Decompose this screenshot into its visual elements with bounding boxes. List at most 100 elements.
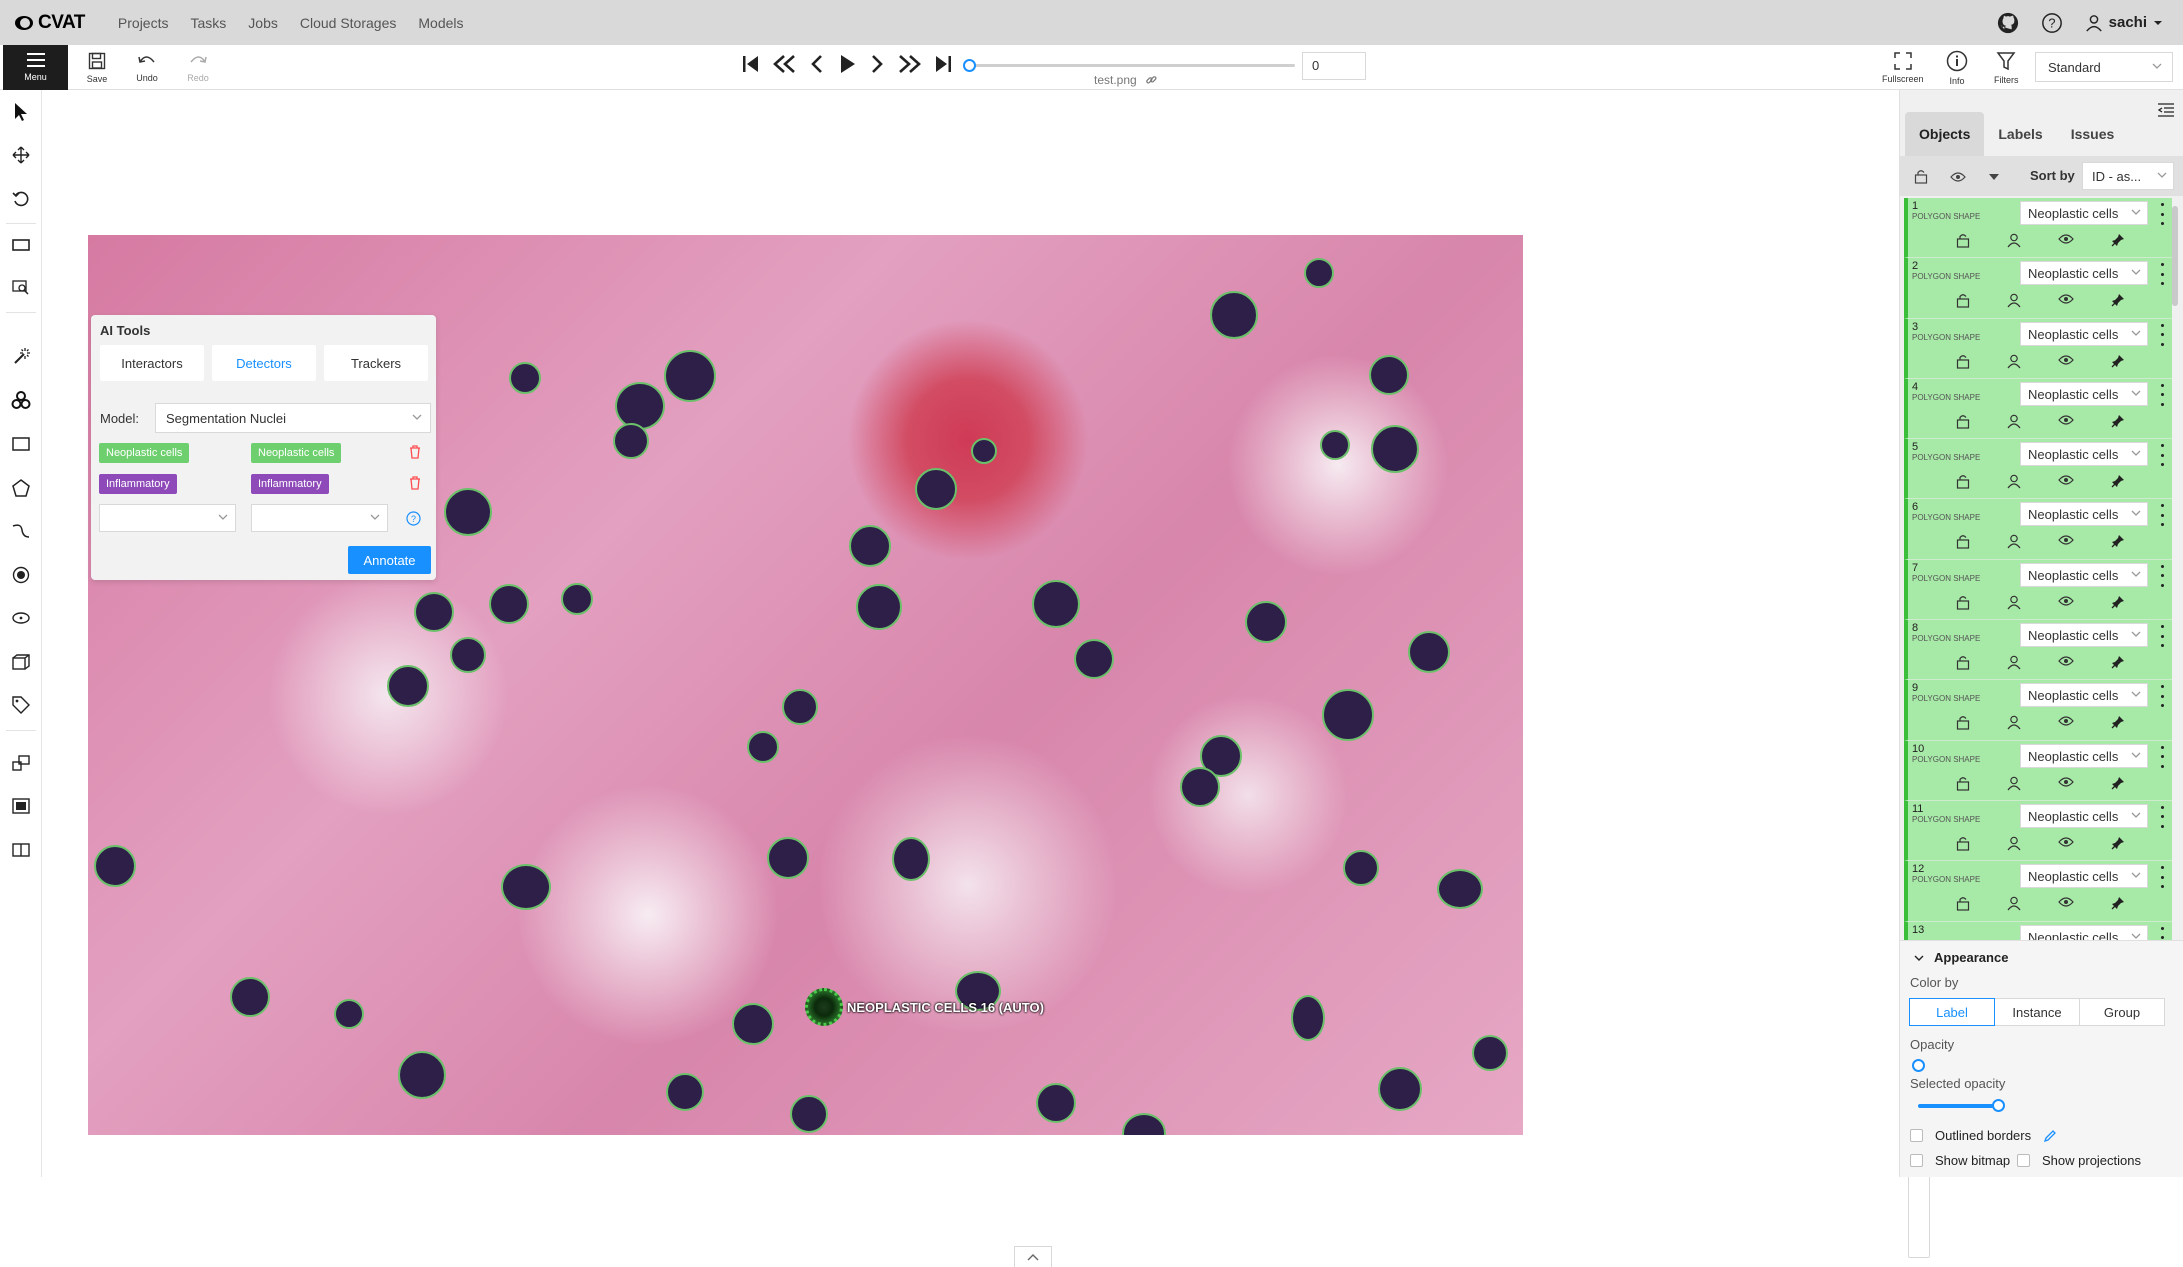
object-label-select[interactable]: Neoplastic cells xyxy=(2020,381,2148,406)
pin-icon[interactable] xyxy=(2111,595,2125,609)
nucleus-shape[interactable] xyxy=(1210,291,1258,339)
object-item[interactable]: 12 POLYGON SHAPE Neoplastic cells xyxy=(1904,861,2172,922)
object-more-icon[interactable] xyxy=(2156,564,2168,587)
nucleus-shape[interactable] xyxy=(747,731,779,763)
tab-labels[interactable]: Labels xyxy=(1984,112,2056,156)
model-label-select[interactable] xyxy=(99,504,236,532)
unlock-icon[interactable] xyxy=(1956,836,1970,851)
object-more-icon[interactable] xyxy=(2156,203,2168,225)
play-icon[interactable] xyxy=(836,53,858,75)
nucleus-shape[interactable] xyxy=(561,583,593,615)
nav-tasks[interactable]: Tasks xyxy=(179,15,237,31)
nucleus-shape[interactable] xyxy=(782,689,818,725)
occluded-user-icon[interactable] xyxy=(2007,414,2021,429)
cursor-tool[interactable] xyxy=(8,99,34,125)
show-projections-checkbox[interactable] xyxy=(2017,1154,2030,1167)
eye-icon[interactable] xyxy=(2058,474,2074,486)
occluded-user-icon[interactable] xyxy=(2007,354,2021,369)
nav-jobs[interactable]: Jobs xyxy=(237,15,289,31)
object-item[interactable]: 13 Neoplastic cells xyxy=(1904,921,2172,940)
object-label-select[interactable]: Neoplastic cells xyxy=(2020,321,2148,346)
draw-rectangle-tool[interactable] xyxy=(8,431,34,457)
user-menu[interactable]: sachi xyxy=(2085,14,2163,32)
nucleus-shape[interactable] xyxy=(230,977,270,1017)
eye-icon[interactable] xyxy=(2058,595,2074,607)
nucleus-shape[interactable] xyxy=(892,837,930,881)
nucleus-shape[interactable] xyxy=(1369,355,1409,395)
frame-number-input[interactable]: 0 xyxy=(1302,52,1366,80)
lock-all-icon[interactable] xyxy=(1914,169,1928,184)
unlock-icon[interactable] xyxy=(1956,414,1970,429)
pin-icon[interactable] xyxy=(2111,474,2125,488)
selected-opacity-handle[interactable] xyxy=(1992,1099,2005,1112)
fast-backward-icon[interactable] xyxy=(772,53,798,75)
eye-icon[interactable] xyxy=(2058,776,2074,788)
merge-shapes-tool[interactable] xyxy=(8,750,34,776)
nucleus-shape[interactable] xyxy=(1343,850,1379,886)
object-more-icon[interactable] xyxy=(2156,383,2168,406)
fit-image-tool[interactable] xyxy=(8,232,34,258)
nucleus-shape[interactable] xyxy=(1472,1035,1508,1071)
nucleus-shape[interactable] xyxy=(501,864,551,910)
nucleus-shape[interactable] xyxy=(971,438,997,464)
nucleus-shape[interactable] xyxy=(666,1073,704,1111)
redo-button[interactable]: Redo xyxy=(173,45,223,90)
unlock-icon[interactable] xyxy=(1956,715,1970,730)
object-more-icon[interactable] xyxy=(2156,625,2168,648)
object-label-select[interactable]: Neoplastic cells xyxy=(2020,683,2148,708)
next-frame-icon[interactable] xyxy=(868,53,886,75)
eye-icon[interactable] xyxy=(2058,715,2074,727)
rotate-tool[interactable] xyxy=(8,186,34,212)
tab-detectors[interactable]: Detectors xyxy=(212,345,316,381)
nucleus-shape[interactable] xyxy=(1291,995,1325,1041)
nucleus-shape[interactable] xyxy=(489,584,529,624)
object-item[interactable]: 11 POLYGON SHAPE Neoplastic cells xyxy=(1904,800,2172,862)
object-label-select[interactable]: Neoplastic cells xyxy=(2020,864,2148,889)
object-more-icon[interactable] xyxy=(2156,926,2168,940)
fast-forward-icon[interactable] xyxy=(896,53,922,75)
objects-scrollbar[interactable] xyxy=(2171,198,2179,940)
tab-objects[interactable]: Objects xyxy=(1905,112,1985,156)
eye-icon[interactable] xyxy=(2058,414,2074,426)
nucleus-shape[interactable] xyxy=(1032,580,1080,628)
help-circle-icon[interactable]: ? xyxy=(406,511,421,526)
nucleus-shape[interactable] xyxy=(444,488,492,536)
draw-polyline-tool[interactable] xyxy=(8,518,34,544)
eye-all-icon[interactable] xyxy=(1950,171,1966,183)
pin-icon[interactable] xyxy=(2111,534,2125,548)
unlock-icon[interactable] xyxy=(1956,776,1970,791)
object-label-select[interactable]: Neoplastic cells xyxy=(2020,803,2148,828)
split-track-tool[interactable] xyxy=(8,837,34,863)
appearance-header[interactable]: Appearance xyxy=(1914,950,2008,965)
draw-ellipse-tool[interactable] xyxy=(8,605,34,631)
occluded-user-icon[interactable] xyxy=(2007,836,2021,851)
pin-icon[interactable] xyxy=(2111,836,2125,850)
occluded-user-icon[interactable] xyxy=(2007,715,2021,730)
draw-polygon-tool[interactable] xyxy=(8,475,34,501)
object-more-icon[interactable] xyxy=(2156,805,2168,828)
nucleus-shape[interactable] xyxy=(1322,689,1374,741)
tab-trackers[interactable]: Trackers xyxy=(324,345,428,381)
nucleus-shape[interactable] xyxy=(1180,767,1220,807)
nucleus-shape[interactable] xyxy=(1074,639,1114,679)
tab-interactors[interactable]: Interactors xyxy=(100,345,204,381)
nav-cloud-storages[interactable]: Cloud Storages xyxy=(289,15,408,31)
nucleus-shape[interactable] xyxy=(856,584,902,630)
move-tool[interactable] xyxy=(8,142,34,168)
pin-icon[interactable] xyxy=(2111,414,2125,428)
show-bitmap-option[interactable]: Show bitmap xyxy=(1910,1153,2010,1168)
nucleus-shape[interactable] xyxy=(767,837,809,879)
object-more-icon[interactable] xyxy=(2156,323,2168,346)
object-item[interactable]: 4 POLYGON SHAPE Neoplastic cells xyxy=(1904,378,2172,440)
bottom-panel-toggle[interactable] xyxy=(1014,1246,1052,1267)
nucleus-shape[interactable] xyxy=(1378,1067,1422,1111)
task-label-select[interactable] xyxy=(251,504,388,532)
annotate-button[interactable]: Annotate xyxy=(348,546,431,574)
pin-icon[interactable] xyxy=(2111,655,2125,669)
pin-icon[interactable] xyxy=(2111,354,2125,368)
selected-opacity-track[interactable] xyxy=(1918,1104,1998,1108)
occluded-user-icon[interactable] xyxy=(2007,896,2021,911)
nucleus-shape[interactable] xyxy=(1408,631,1450,673)
annotation-canvas[interactable]: NEOPLASTIC CELLS 16 (AUTO) AI Tools Inte… xyxy=(42,90,1930,1267)
pin-icon[interactable] xyxy=(2111,896,2125,910)
